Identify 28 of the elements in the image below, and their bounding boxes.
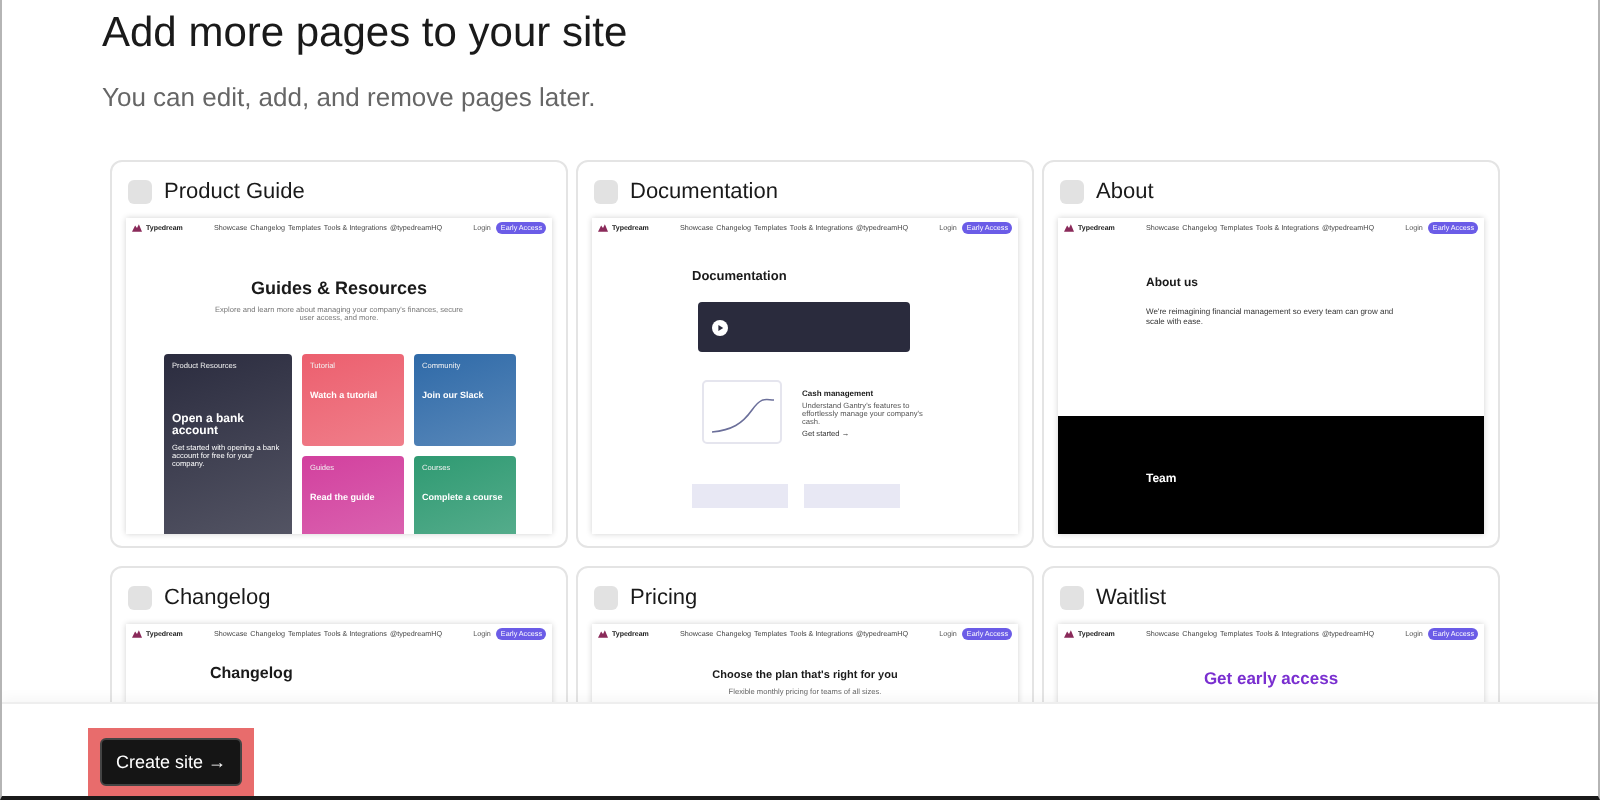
logo-icon <box>1064 630 1074 638</box>
logo-icon <box>132 630 142 638</box>
preview-heading: Get early access <box>1201 668 1341 688</box>
page-name: Changelog <box>164 585 271 609</box>
page-card[interactable] <box>110 160 568 548</box>
page-name: Pricing <box>630 585 698 609</box>
checkbox[interactable] <box>1060 585 1084 609</box>
page-name: Product Guide <box>164 179 305 203</box>
checkbox[interactable] <box>128 179 152 203</box>
preview-heading: Guides & Resources <box>248 278 430 298</box>
preview-heading: Changelog <box>210 664 295 682</box>
page-name: Waitlist <box>1096 585 1167 609</box>
checkbox[interactable] <box>1060 179 1084 203</box>
checkbox[interactable] <box>128 585 152 609</box>
page-name: Documentation <box>630 179 778 203</box>
checkbox[interactable] <box>594 585 618 609</box>
page-title: Add more pages to your site <box>102 10 630 58</box>
page-card[interactable] <box>576 160 1034 548</box>
play-icon <box>712 319 728 335</box>
page-name: About <box>1096 179 1154 203</box>
page-subtitle: You can edit, add, and remove pages later. <box>102 82 598 112</box>
logo-icon <box>598 630 608 638</box>
logo-icon <box>132 224 142 232</box>
logo-icon <box>1064 224 1074 232</box>
logo-icon <box>598 224 608 232</box>
create-site-button[interactable]: Create site → <box>100 738 243 786</box>
checkbox[interactable] <box>594 179 618 203</box>
chart-thumbnail <box>702 380 782 444</box>
